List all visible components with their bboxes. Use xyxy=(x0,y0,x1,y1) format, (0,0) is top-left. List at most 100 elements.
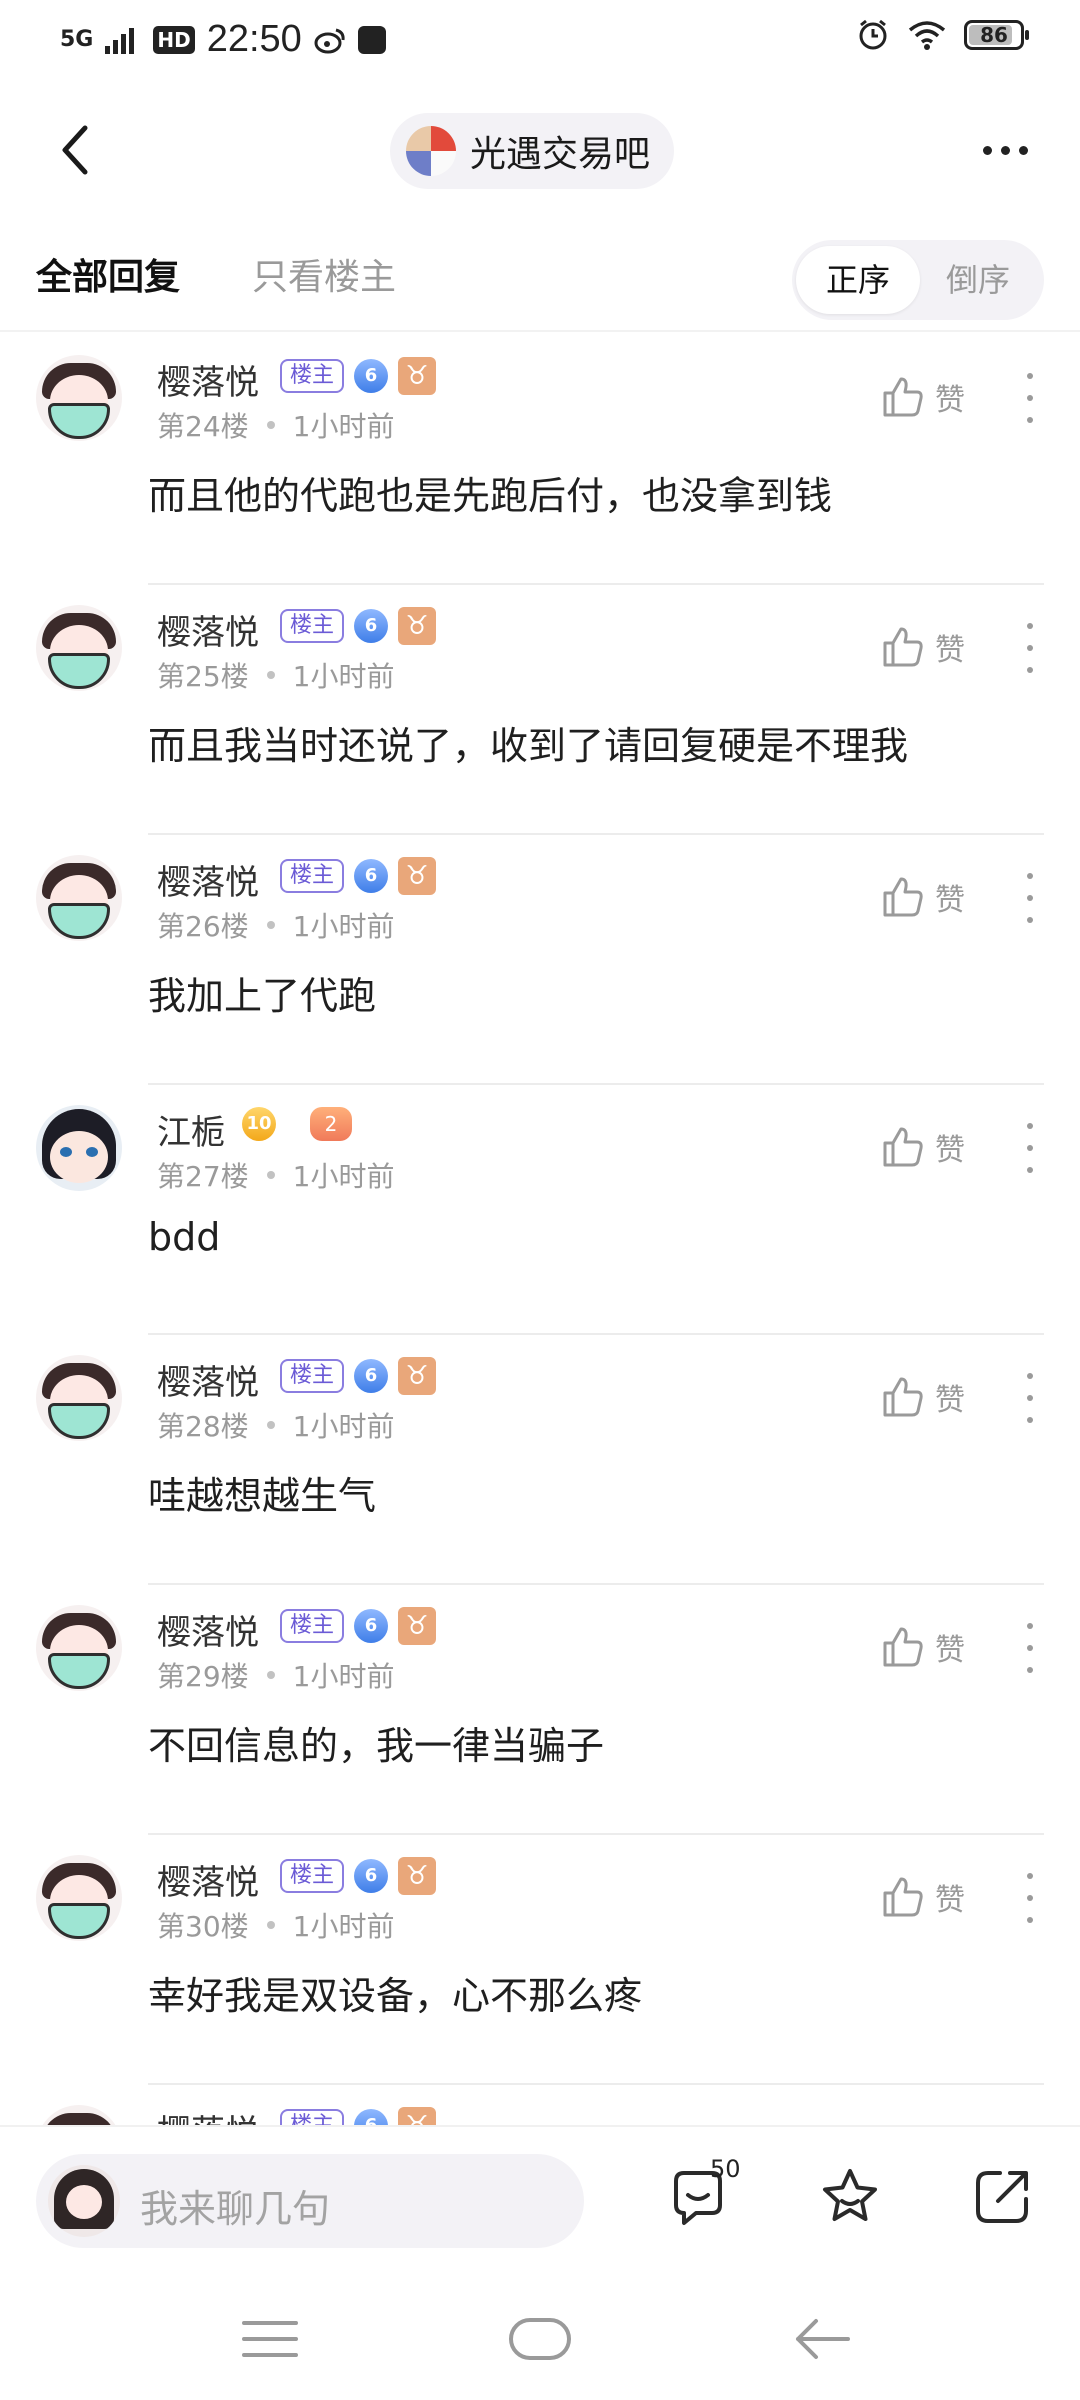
reply-content: bdd xyxy=(148,1215,221,1259)
avatar[interactable] xyxy=(36,1605,122,1691)
username[interactable]: 樱落悦 xyxy=(157,2105,259,2125)
reply-time: 1小时前 xyxy=(292,1410,395,1443)
thumbs-up-icon xyxy=(883,627,923,667)
reply-menu-button[interactable] xyxy=(1018,373,1042,423)
network-indicator: 5G xyxy=(60,26,94,52)
taurus-icon: ♉ xyxy=(398,607,437,645)
menu-icon xyxy=(242,2321,298,2357)
thumbs-up-icon xyxy=(883,1627,923,1667)
like-button[interactable]: 赞 xyxy=(881,375,965,419)
home-button[interactable] xyxy=(500,2304,580,2374)
username[interactable]: 樱落悦 xyxy=(157,1605,259,1654)
weibo-icon xyxy=(314,28,345,53)
tab-all-replies[interactable]: 全部回复 xyxy=(36,248,180,300)
username[interactable]: 樱落悦 xyxy=(157,1355,259,1404)
sort-descending-button[interactable]: 倒序 xyxy=(916,246,1040,314)
reply-item: 樱落悦 楼主 6 ♉ 第28楼 1小时前 赞 哇越想越生气 xyxy=(0,1335,1080,1585)
username[interactable]: 樱落悦 xyxy=(157,1855,259,1904)
share-button[interactable] xyxy=(964,2159,1040,2235)
username[interactable]: 樱落悦 xyxy=(157,855,259,904)
separator-dot xyxy=(266,1171,275,1179)
reply-menu-button[interactable] xyxy=(1018,1623,1042,1673)
tab-owner-only[interactable]: 只看楼主 xyxy=(252,248,396,300)
hd-indicator: HD xyxy=(153,25,195,54)
separator-dot xyxy=(266,1421,275,1429)
reply-item: 江栀 10 2 第27楼 1小时前 赞 bdd xyxy=(0,1085,1080,1335)
level-badge: 6 xyxy=(354,2109,389,2125)
like-label: 赞 xyxy=(935,1633,965,1668)
reply-meta: 第26楼 1小时前 xyxy=(157,905,394,945)
like-button[interactable]: 赞 xyxy=(881,1625,965,1669)
more-options-button[interactable] xyxy=(970,125,1040,175)
reply-item: 樱落悦 楼主 6 ♉ 第24楼 1小时前 赞 而且他的代跑也是先跑后付，也没拿到… xyxy=(0,335,1080,585)
user-badges: 楼主 6 ♉ xyxy=(280,607,437,645)
avatar[interactable] xyxy=(36,1105,122,1191)
reply-time: 1小时前 xyxy=(292,910,395,943)
owner-badge: 楼主 xyxy=(280,359,345,393)
reply-menu-button[interactable] xyxy=(1018,873,1042,923)
user-badges: 楼主 6 ♉ xyxy=(280,1607,437,1645)
avatar[interactable] xyxy=(36,1855,122,1941)
comment-count-badge: 50 xyxy=(710,2155,741,2183)
like-button[interactable]: 赞 xyxy=(881,875,965,919)
forum-chip[interactable]: 光遇交易吧 xyxy=(390,113,675,189)
thumbs-up-icon xyxy=(883,1877,923,1917)
avatar[interactable] xyxy=(36,855,122,941)
my-avatar xyxy=(48,2165,120,2237)
reply-time: 1小时前 xyxy=(292,410,395,443)
thumbs-up-icon xyxy=(883,1127,923,1167)
back-nav-button[interactable] xyxy=(782,2304,862,2374)
recent-apps-button[interactable] xyxy=(230,2304,310,2374)
reply-item: 樱落悦 楼主 6 ♉ 第26楼 1小时前 赞 我加上了代跑 xyxy=(0,835,1080,1085)
level-badge: 10 xyxy=(242,1107,276,1141)
reply-menu-button[interactable] xyxy=(1018,623,1042,673)
thumbs-up-icon xyxy=(883,877,923,917)
separator-dot xyxy=(266,421,275,429)
reply-meta: 第30楼 1小时前 xyxy=(157,1905,394,1945)
reply-filter-tabs: 全部回复 只看楼主 正序 倒序 xyxy=(0,230,1080,330)
reply-menu-button[interactable] xyxy=(1018,1123,1042,1173)
reply-meta: 第27楼 1小时前 xyxy=(157,1155,394,1195)
owner-badge: 楼主 xyxy=(280,1609,345,1643)
signal-icon xyxy=(105,27,135,54)
reply-input[interactable]: 我来聊几句 xyxy=(36,2154,584,2248)
username[interactable]: 樱落悦 xyxy=(157,605,259,654)
avatar[interactable] xyxy=(36,355,122,441)
level-badge: 6 xyxy=(354,1609,389,1643)
sort-ascending-button[interactable]: 正序 xyxy=(796,246,920,314)
clock: 22:50 xyxy=(206,18,302,60)
avatar[interactable] xyxy=(36,2105,122,2125)
user-badges: 楼主 6 ♉ xyxy=(280,2107,437,2125)
reply-list: 樱落悦 楼主 6 ♉ 第24楼 1小时前 赞 而且他的代跑也是先跑后付，也没拿到… xyxy=(0,335,1080,2125)
back-button[interactable] xyxy=(40,115,110,185)
floor-number: 第25楼 xyxy=(157,660,249,693)
username[interactable]: 樱落悦 xyxy=(157,355,259,404)
battery-level: 86 xyxy=(980,23,1008,47)
taurus-icon: ♉ xyxy=(398,1607,437,1645)
reply-content: 而且我当时还说了，收到了请回复硬是不理我 xyxy=(148,724,909,768)
home-icon xyxy=(509,2318,571,2360)
reply-item: 樱落悦 楼主 6 ♉ 第30楼 1小时前 赞 幸好我是双设备，心不那么疼 xyxy=(0,1835,1080,2085)
level-badge: 6 xyxy=(354,359,389,393)
avatar[interactable] xyxy=(36,605,122,691)
back-arrow-icon xyxy=(62,125,88,175)
like-button[interactable]: 赞 xyxy=(881,1375,965,1419)
floor-number: 第28楼 xyxy=(157,1410,249,1443)
like-button[interactable]: 赞 xyxy=(881,1875,965,1919)
reply-item: 樱落悦 楼主 6 ♉ 第25楼 1小时前 赞 而且我当时还说了，收到了请回复硬是… xyxy=(0,585,1080,835)
username[interactable]: 江栀 xyxy=(157,1105,225,1154)
reply-menu-button[interactable] xyxy=(1018,1373,1042,1423)
like-button[interactable]: 赞 xyxy=(881,625,965,669)
separator-dot xyxy=(266,921,275,929)
alarm-icon xyxy=(859,19,887,50)
reply-content: 我加上了代跑 xyxy=(148,974,377,1018)
bottom-action-bar: 我来聊几句 50 xyxy=(0,2125,1080,2282)
thumbs-up-icon xyxy=(883,1377,923,1417)
reply-menu-button[interactable] xyxy=(1018,1873,1042,1923)
system-nav-bar xyxy=(0,2280,1080,2400)
forum-name: 光遇交易吧 xyxy=(470,134,651,175)
like-button[interactable]: 赞 xyxy=(881,1125,965,1169)
taurus-icon: ♉ xyxy=(398,857,437,895)
avatar[interactable] xyxy=(36,1355,122,1441)
favorite-button[interactable] xyxy=(812,2159,888,2235)
